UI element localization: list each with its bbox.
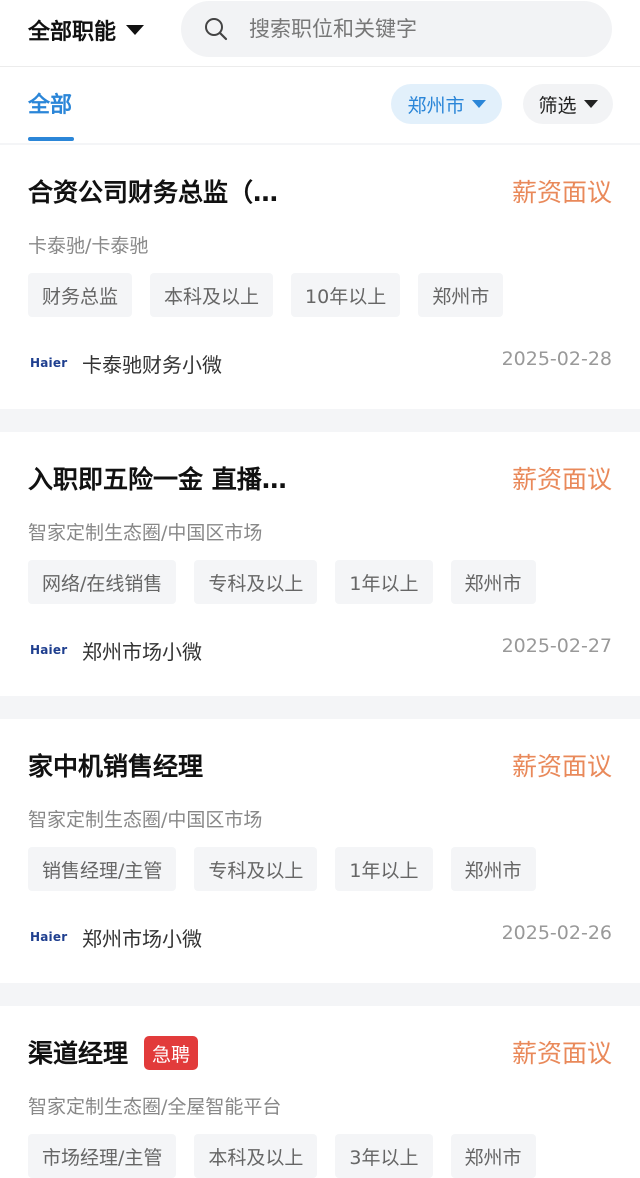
job-card[interactable]: 家中机销售经理 薪资面议 智家定制生态圈/中国区市场 销售经理/主管 专科及以上…	[0, 719, 640, 983]
top-bar: 全部职能	[0, 0, 640, 67]
job-tags: 网络/在线销售 专科及以上 1年以上 郑州市	[28, 560, 536, 604]
tag-location: 郑州市	[418, 273, 504, 317]
filter-button-label: 筛选	[538, 94, 577, 117]
company-department: 智家定制生态圈/中国区市场	[28, 809, 263, 831]
tab-all[interactable]: 全部	[28, 87, 72, 119]
job-card[interactable]: 入职即五险一金 直播… 薪资面议 智家定制生态圈/中国区市场 网络/在线销售 专…	[0, 432, 640, 696]
recruiter-name: 卡泰驰财务小微	[82, 353, 222, 377]
post-date: 2025-02-28	[501, 348, 612, 370]
job-card[interactable]: 合资公司财务总监（… 薪资面议 卡泰驰/卡泰驰 财务总监 本科及以上 10年以上…	[0, 145, 640, 409]
company-logo: Haier	[30, 356, 68, 370]
recruiter-name: 郑州市场小微	[82, 640, 202, 664]
filter-button[interactable]: 筛选	[523, 84, 613, 124]
tag-location: 郑州市	[450, 847, 536, 891]
filter-bar: 全部 郑州市 筛选	[0, 67, 640, 143]
company-department: 智家定制生态圈/全屋智能平台	[28, 1096, 282, 1118]
job-tags: 财务总监 本科及以上 10年以上 郑州市	[28, 273, 504, 317]
function-select[interactable]: 全部职能	[28, 12, 145, 48]
search-input[interactable]	[247, 8, 581, 50]
tag-experience: 3年以上	[335, 1134, 433, 1178]
caret-down-icon	[126, 25, 145, 35]
job-title: 渠道经理	[28, 1039, 129, 1068]
salary: 薪资面议	[511, 178, 612, 207]
tag-education: 本科及以上	[150, 273, 274, 317]
function-select-label: 全部职能	[28, 20, 117, 45]
city-filter-label: 郑州市	[407, 94, 465, 117]
post-date: 2025-02-26	[501, 922, 612, 944]
tag-location: 郑州市	[450, 560, 536, 604]
company-logo: Haier	[30, 643, 68, 657]
company-department: 智家定制生态圈/中国区市场	[28, 522, 263, 544]
tag-experience: 10年以上	[291, 273, 401, 317]
job-tags: 市场经理/主管 本科及以上 3年以上 郑州市	[28, 1134, 536, 1178]
tag-category: 财务总监	[28, 273, 133, 317]
job-title: 家中机销售经理	[28, 752, 204, 781]
tag-category: 销售经理/主管	[28, 847, 177, 891]
tag-location: 郑州市	[450, 1134, 536, 1178]
city-filter-button[interactable]: 郑州市	[391, 84, 502, 124]
tab-active-indicator	[28, 137, 74, 141]
recruiter-name: 郑州市场小微	[82, 927, 202, 951]
company-logo: Haier	[30, 930, 68, 944]
salary: 薪资面议	[511, 752, 612, 781]
tag-experience: 1年以上	[335, 560, 433, 604]
tag-education: 专科及以上	[194, 560, 318, 604]
caret-down-icon	[583, 100, 598, 108]
search-icon	[205, 18, 228, 41]
search-bar[interactable]	[181, 1, 612, 57]
post-date: 2025-02-27	[501, 635, 612, 657]
salary: 薪资面议	[511, 1039, 612, 1068]
tag-education: 本科及以上	[194, 1134, 318, 1178]
job-title: 入职即五险一金 直播…	[28, 465, 287, 494]
job-title: 合资公司财务总监（…	[28, 178, 279, 207]
salary: 薪资面议	[511, 465, 612, 494]
caret-down-icon	[471, 100, 486, 108]
tag-education: 专科及以上	[194, 847, 318, 891]
tag-category: 网络/在线销售	[28, 560, 177, 604]
urgent-badge: 急聘	[144, 1036, 198, 1070]
job-tags: 销售经理/主管 专科及以上 1年以上 郑州市	[28, 847, 536, 891]
tag-category: 市场经理/主管	[28, 1134, 177, 1178]
company-department: 卡泰驰/卡泰驰	[28, 235, 149, 257]
job-card[interactable]: 渠道经理 急聘 薪资面议 智家定制生态圈/全屋智能平台 市场经理/主管 本科及以…	[0, 1006, 640, 1178]
tag-experience: 1年以上	[335, 847, 433, 891]
